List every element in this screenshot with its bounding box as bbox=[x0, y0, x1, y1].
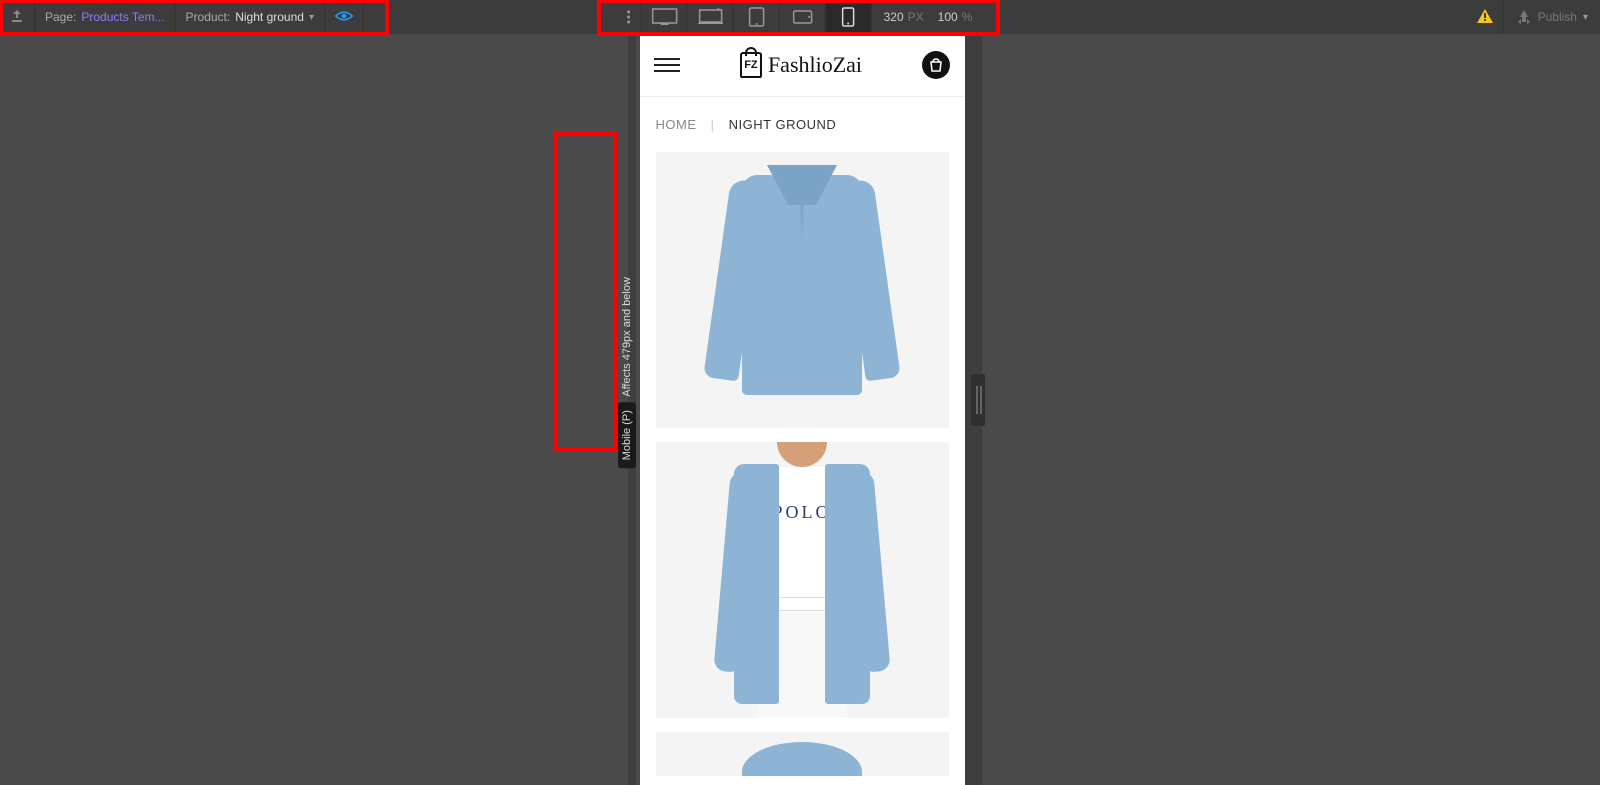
viewport-size-readout[interactable]: 320 PX 100 % bbox=[872, 10, 985, 24]
page-selector[interactable]: Page: Products Tem... bbox=[35, 0, 176, 34]
viewport-width-unit: PX bbox=[908, 10, 924, 24]
preview-toggle[interactable] bbox=[325, 0, 364, 34]
brand-mark-icon: FZ bbox=[740, 52, 762, 78]
tee-graphic-text: POLO bbox=[772, 502, 831, 523]
breadcrumb-separator: | bbox=[711, 117, 715, 132]
product-image-3[interactable] bbox=[656, 732, 949, 776]
breakpoint-switcher: 320 PX 100 % bbox=[616, 0, 985, 34]
zoom-value: 100 bbox=[938, 10, 958, 24]
breakpoint-name-badge: Mobile (P) bbox=[618, 402, 636, 468]
breakpoint-mobile-landscape[interactable] bbox=[780, 0, 826, 34]
product-value: Night ground bbox=[235, 10, 304, 24]
hamburger-menu-button[interactable] bbox=[654, 58, 680, 72]
cart-button[interactable] bbox=[922, 51, 950, 79]
page-value: Products Tem... bbox=[81, 10, 164, 24]
breakpoint-tablet[interactable] bbox=[734, 0, 780, 34]
product-image-2[interactable]: POLO bbox=[656, 442, 949, 718]
upload-icon bbox=[10, 9, 24, 26]
bag-icon bbox=[928, 58, 944, 72]
breakpoint-mobile-portrait[interactable] bbox=[826, 0, 872, 34]
warning-icon[interactable] bbox=[1467, 9, 1503, 26]
breadcrumb-current: NIGHT GROUND bbox=[729, 117, 837, 132]
rocket-icon bbox=[1516, 10, 1532, 24]
cardigan-illustration bbox=[712, 165, 892, 415]
export-button[interactable] bbox=[0, 0, 35, 34]
publish-button[interactable]: Publish ▾ bbox=[1503, 0, 1600, 34]
designer-topbar: Page: Products Tem... Product: Night gro… bbox=[0, 0, 1600, 34]
product-image-1[interactable] bbox=[656, 152, 949, 428]
breadcrumb: HOME | NIGHT GROUND bbox=[640, 97, 965, 142]
product-image-list: POLO bbox=[640, 142, 965, 776]
breakpoint-affects-text: Affects 479px and below bbox=[618, 271, 636, 403]
page-label: Page: bbox=[45, 10, 76, 24]
brand-logo-link[interactable]: FZ FashlioZai bbox=[740, 52, 862, 78]
topbar-right-group: Publish ▾ bbox=[1467, 0, 1600, 34]
zoom-unit: % bbox=[962, 10, 973, 24]
eye-icon bbox=[335, 10, 353, 25]
topbar-left-group: Page: Products Tem... Product: Night gro… bbox=[0, 0, 364, 34]
model-illustration: POLO bbox=[702, 442, 902, 718]
site-header: FZ FashlioZai bbox=[640, 34, 965, 97]
breadcrumb-home-link[interactable]: HOME bbox=[656, 117, 697, 132]
mobile-preview-frame: FZ FashlioZai HOME | NIGHT GROUND bbox=[640, 34, 965, 785]
breakpoint-desktop-large[interactable] bbox=[642, 0, 688, 34]
breakpoint-desktop[interactable] bbox=[688, 0, 734, 34]
publish-label: Publish bbox=[1538, 10, 1577, 24]
chevron-down-icon: ▾ bbox=[1583, 12, 1588, 23]
product-selector[interactable]: Product: Night ground ▾ bbox=[176, 0, 325, 34]
breakpoint-menu-button[interactable] bbox=[616, 0, 642, 34]
design-canvas: Affects 479px and below Mobile (P) FZ Fa… bbox=[0, 34, 1600, 785]
breakpoint-indicator[interactable]: Affects 479px and below Mobile (P) bbox=[618, 271, 636, 469]
brand-name: FashlioZai bbox=[768, 52, 862, 78]
product-label: Product: bbox=[186, 10, 231, 24]
canvas-resize-handle[interactable] bbox=[971, 374, 985, 426]
chevron-down-icon: ▾ bbox=[309, 12, 314, 23]
viewport-width-value: 320 bbox=[884, 10, 904, 24]
